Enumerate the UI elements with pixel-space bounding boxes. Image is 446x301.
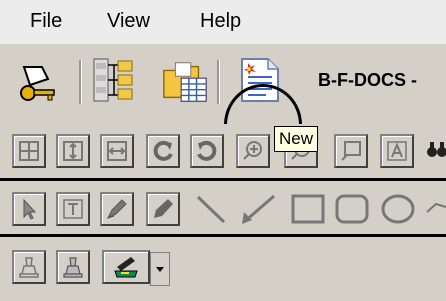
polyline-icon (426, 202, 446, 213)
ellipse-button[interactable] (380, 192, 416, 226)
arrow-line-button[interactable] (236, 192, 280, 226)
rotate-right-icon (197, 140, 217, 161)
ink-color-button[interactable] (102, 250, 150, 284)
stamp-button[interactable] (12, 250, 46, 284)
rounded-rectangle-icon (335, 194, 369, 224)
highlighter-button[interactable] (146, 192, 180, 226)
pan-vertical-icon (63, 141, 83, 161)
database-button[interactable] (90, 56, 140, 104)
pan-horizontal-button[interactable] (100, 134, 134, 168)
key-icon (20, 66, 55, 101)
line-icon (196, 195, 226, 224)
binoculars-button[interactable] (426, 138, 446, 164)
menu-help[interactable]: Help (200, 10, 241, 33)
line-button[interactable] (190, 192, 230, 226)
pan-vertical-button[interactable] (56, 134, 90, 168)
callout-button[interactable] (334, 134, 368, 168)
stamp-toolbar (0, 238, 446, 301)
stamp-alt-icon (63, 257, 83, 278)
rounded-rectangle-button[interactable] (334, 192, 370, 226)
main-toolbar: B-F-DOCS - (0, 44, 446, 166)
rotate-left-icon (153, 140, 173, 161)
stamp-alt-button[interactable] (56, 250, 90, 284)
dropdown-arrow-icon (156, 267, 164, 272)
document-title-text: B-F-DOCS - (318, 70, 417, 90)
rotate-right-button[interactable] (190, 134, 224, 168)
ellipse-icon (381, 194, 415, 224)
key-button[interactable] (12, 58, 62, 106)
binoculars-icon (427, 142, 446, 157)
menu-bar: File View Help (0, 0, 446, 44)
text-box-icon (387, 141, 407, 161)
rotate-left-button[interactable] (146, 134, 180, 168)
zoom-in-icon (243, 141, 262, 160)
stamp-icon (19, 257, 39, 278)
select-button[interactable] (12, 192, 46, 226)
select-arrow-icon (23, 198, 37, 220)
folder-button[interactable] (160, 58, 210, 106)
zoom-in-button[interactable] (236, 134, 270, 168)
ink-color-icon (114, 257, 138, 278)
text-tool-button[interactable] (56, 192, 90, 226)
new-button[interactable] (235, 56, 285, 104)
pen-icon (106, 199, 127, 220)
annotation-toolbar (0, 182, 446, 234)
pen-button[interactable] (100, 192, 134, 226)
highlighter-icon (154, 199, 173, 218)
pan-all-button[interactable] (12, 134, 46, 168)
dropdown-button[interactable] (150, 252, 170, 286)
callout-icon (341, 141, 361, 161)
new-document-icon (241, 58, 279, 102)
polyline-button[interactable] (424, 192, 446, 226)
folder-table-icon (163, 62, 207, 102)
tooltip-new: New (274, 126, 319, 152)
rectangle-icon (291, 194, 325, 224)
toolbar-divider (0, 178, 446, 181)
arrow-line-icon (242, 194, 275, 224)
toolbar-divider-2 (0, 234, 446, 237)
text-tool-icon (63, 199, 83, 219)
text-box-button[interactable] (380, 134, 414, 168)
menu-file[interactable]: File (30, 10, 62, 33)
menu-view[interactable]: View (107, 10, 150, 33)
view-toolbar: New (0, 124, 446, 178)
rectangle-button[interactable] (290, 192, 326, 226)
pan-all-icon (19, 141, 39, 161)
database-tree-icon (93, 58, 133, 102)
pan-horizontal-icon (107, 141, 127, 161)
